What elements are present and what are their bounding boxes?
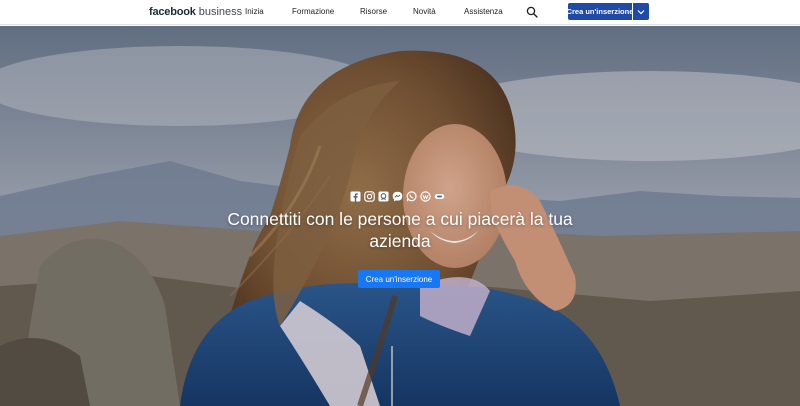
instagram-icon bbox=[364, 190, 375, 202]
create-ad-dropdown-button[interactable] bbox=[633, 3, 649, 20]
create-ad-button-group: Crea un'inserzione bbox=[567, 3, 649, 20]
facebook-icon bbox=[350, 191, 361, 202]
brand-business-text: business bbox=[198, 6, 243, 18]
nav-item-novita[interactable]: Novità bbox=[413, 7, 436, 17]
nav-item-assistenza[interactable]: Assistenza bbox=[464, 7, 503, 17]
create-ad-hero-button[interactable]: Crea un'inserzione bbox=[358, 270, 440, 288]
messenger-icon bbox=[392, 191, 403, 202]
search-icon[interactable] bbox=[526, 6, 538, 18]
hero-headline: Connettiti con le persone a cui piacerà … bbox=[227, 209, 573, 251]
top-navigation-bar: facebook business Inizia Formazione Risor… bbox=[0, 0, 800, 25]
chevron-down-icon bbox=[637, 9, 645, 14]
platform-icons-row bbox=[350, 190, 445, 202]
facebook-business-logo[interactable]: facebook business bbox=[149, 6, 242, 18]
nav-item-inizia[interactable]: Inizia bbox=[245, 7, 264, 17]
hero-banner: Connettiti con le persone a cui piacerà … bbox=[0, 26, 800, 406]
create-ad-header-button[interactable]: Crea un'inserzione bbox=[567, 3, 633, 20]
audience-network-icon bbox=[434, 191, 445, 202]
whatsapp-icon bbox=[406, 190, 417, 202]
nav-item-risorse[interactable]: Risorse bbox=[360, 7, 387, 17]
brand-facebook-text: facebook bbox=[149, 6, 196, 18]
nav-item-formazione[interactable]: Formazione bbox=[292, 7, 334, 17]
workplace-icon bbox=[420, 190, 431, 202]
messenger-box-icon bbox=[378, 191, 389, 202]
